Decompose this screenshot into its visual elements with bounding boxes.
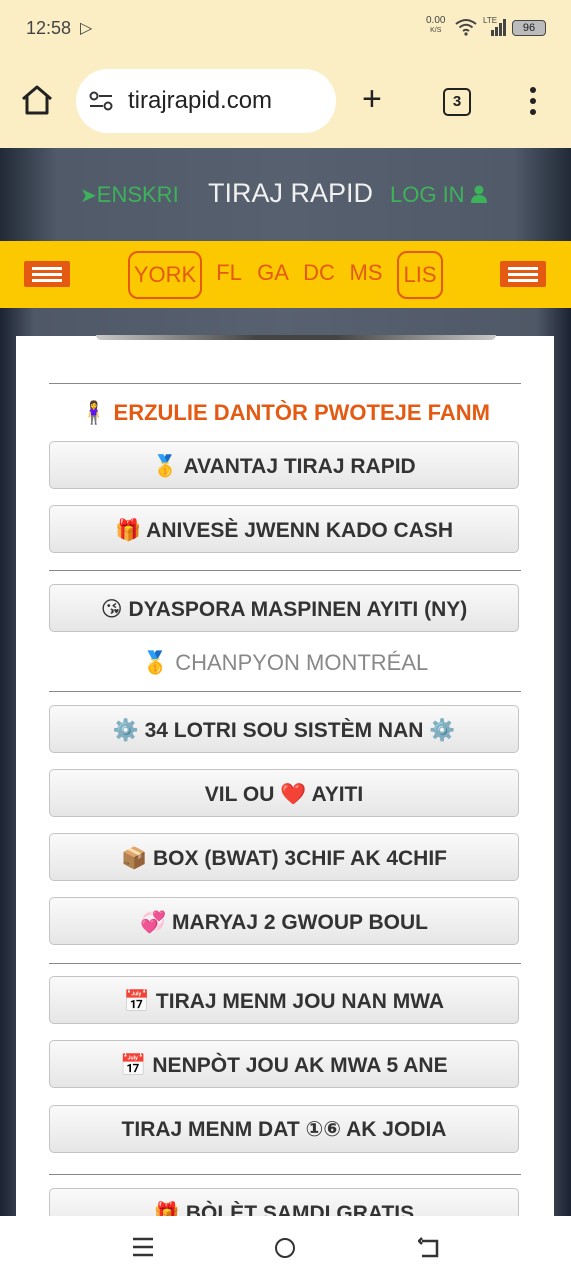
ayiti-label: AYITI xyxy=(311,783,364,806)
calendar-icon: 📅 xyxy=(120,1053,147,1077)
medal-icon: 🥇 xyxy=(152,454,179,478)
sign-in-arrow-icon: ➤ xyxy=(80,185,97,207)
site-header: ➤ENSKRI TIRAJ RAPID LOG IN xyxy=(0,148,571,241)
box-bwat-label: BOX (BWAT) 3CHIF AK 4CHIF xyxy=(153,847,447,870)
signup-label: ENSKRI xyxy=(96,182,179,207)
maryaj-label: MARYAJ 2 GWOUP BOUL xyxy=(172,911,428,934)
gift-icon: 🎁 xyxy=(114,518,142,542)
back-icon[interactable] xyxy=(418,1237,440,1259)
signup-link[interactable]: ➤ENSKRI xyxy=(80,182,179,208)
lotri-sistem-label: 34 LOTRI SOU SISTÈM NAN xyxy=(144,719,424,742)
nav-item-york[interactable]: YORK xyxy=(128,251,202,299)
nenpot-jou-button[interactable]: 📅 NENPÒT JOU AK MWA 5 ANE xyxy=(49,1040,519,1088)
dyaspora-label: DYASPORA MASPINEN AYITI (NY) xyxy=(128,598,468,621)
system-nav-bar xyxy=(0,1216,571,1280)
net-speed-unit: K/S xyxy=(430,27,442,34)
woman-standing-icon: 🧍‍♀️ xyxy=(80,401,108,426)
media-status-icon: ▷ xyxy=(80,20,93,37)
more-menu-icon[interactable] xyxy=(528,86,538,116)
champion-link[interactable]: 🥇 CHANPYON MONTRÉAL xyxy=(49,650,521,676)
tiraj-menm-jou-label: TIRAJ MENM JOU NAN MWA xyxy=(155,990,445,1013)
tab-count: 3 xyxy=(452,93,462,110)
gear-icon: ⚙️ xyxy=(429,718,456,742)
site-title: TIRAJ RAPID xyxy=(208,178,374,208)
login-link[interactable]: LOG IN xyxy=(390,182,487,208)
tiraj-menm-dat-label: TIRAJ MENM DAT ①⑥ AK JODIA xyxy=(121,1118,447,1141)
protection-heading-text: ERZULIE DANTÒR PWOTEJE FANM xyxy=(113,400,490,425)
nav-item-lis[interactable]: LIS xyxy=(397,251,443,299)
browser-toolbar: tirajrapid.com + 3 xyxy=(0,56,571,148)
vil-ou-label: VIL OU xyxy=(204,783,275,806)
battery-level: 96 xyxy=(522,22,536,34)
tiraj-menm-jou-button[interactable]: 📅 TIRAJ MENM JOU NAN MWA xyxy=(49,976,519,1024)
box-bwat-button[interactable]: 📦 BOX (BWAT) 3CHIF AK 4CHIF xyxy=(49,833,519,881)
recent-apps-icon[interactable] xyxy=(132,1236,154,1258)
divider xyxy=(49,691,521,692)
net-speed-value: 0.00 xyxy=(426,15,446,26)
banner-image-edge xyxy=(96,335,496,340)
nenpot-jou-label: NENPÒT JOU AK MWA 5 ANE xyxy=(152,1054,448,1077)
divider xyxy=(49,383,521,384)
package-icon: 📦 xyxy=(121,846,148,870)
state-nav: YORK FL GA DC MS LIS xyxy=(0,241,571,308)
divider xyxy=(49,570,521,571)
dyaspora-button[interactable]: 😘 DYASPORA MASPINEN AYITI (NY) xyxy=(49,584,519,632)
content-card: 🧍‍♀️ ERZULIE DANTÒR PWOTEJE FANM 🥇 AVANT… xyxy=(16,335,554,1236)
nav-item-dc[interactable]: DC xyxy=(300,251,338,295)
status-bar: 12:58 ▷ 0.00 K/S LTE 96 xyxy=(0,0,571,56)
divider xyxy=(49,963,521,964)
url-text[interactable]: tirajrapid.com xyxy=(128,87,272,115)
nav-item-ga[interactable]: GA xyxy=(254,251,292,295)
login-label: LOG IN xyxy=(390,182,465,207)
avantaj-label: AVANTAJ TIRAJ RAPID xyxy=(183,455,416,478)
avantaj-button[interactable]: 🥇 AVANTAJ TIRAJ RAPID xyxy=(49,441,519,489)
nav-item-ms[interactable]: MS xyxy=(346,251,386,295)
network-speed: 0.00 K/S xyxy=(426,16,445,36)
anivese-label: ANIVESÈ JWENN KADO CASH xyxy=(146,519,454,542)
status-time: 12:58 xyxy=(26,18,72,38)
tiraj-menm-dat-button[interactable]: TIRAJ MENM DAT ①⑥ AK JODIA xyxy=(49,1105,519,1153)
lotri-sistem-button[interactable]: ⚙️ 34 LOTRI SOU SISTÈM NAN ⚙️ xyxy=(49,705,519,753)
protection-heading[interactable]: 🧍‍♀️ ERZULIE DANTÒR PWOTEJE FANM xyxy=(49,400,521,426)
two-hearts-icon: 💞 xyxy=(140,910,167,934)
battery-icon: 96 xyxy=(512,20,546,36)
vil-ou-button[interactable]: VIL OU ❤️ AYITI xyxy=(49,769,519,817)
kiss-face-icon: 😘 xyxy=(100,597,123,621)
right-menu-icon[interactable] xyxy=(500,261,546,287)
heart-icon: ❤️ xyxy=(280,782,307,806)
calendar-icon: 📅 xyxy=(123,989,151,1013)
medal-icon: 🥇 xyxy=(141,651,170,676)
site-settings-icon[interactable] xyxy=(88,91,114,111)
new-tab-icon[interactable]: + xyxy=(362,82,382,116)
nav-item-fl[interactable]: FL xyxy=(213,251,245,295)
champion-text: CHANPYON MONTRÉAL xyxy=(175,650,429,675)
wifi-icon xyxy=(455,19,477,36)
divider xyxy=(49,1174,521,1175)
user-icon xyxy=(470,185,487,203)
address-bar[interactable]: tirajrapid.com xyxy=(76,69,336,133)
home-icon[interactable] xyxy=(20,84,54,116)
home-circle-icon[interactable] xyxy=(275,1238,295,1258)
tab-switcher-button[interactable]: 3 xyxy=(443,88,471,116)
anivese-button[interactable]: 🎁 ANIVESÈ JWENN KADO CASH xyxy=(49,505,519,553)
left-menu-icon[interactable] xyxy=(24,261,70,287)
maryaj-button[interactable]: 💞 MARYAJ 2 GWOUP BOUL xyxy=(49,897,519,945)
gear-icon: ⚙️ xyxy=(112,718,139,742)
